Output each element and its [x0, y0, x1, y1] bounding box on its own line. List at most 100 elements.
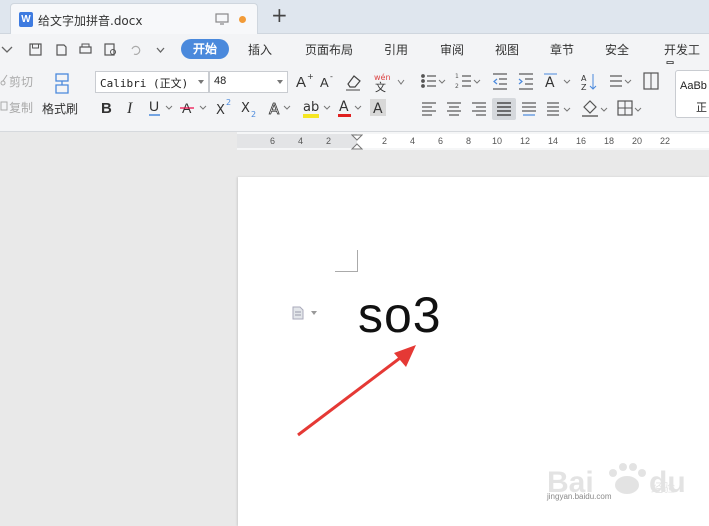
- text-direction-icon: A: [544, 73, 557, 91]
- menu-insert[interactable]: 插入: [248, 41, 272, 58]
- menu-references[interactable]: 引用: [384, 41, 408, 58]
- distributed-icon: [522, 102, 536, 116]
- new-tab-plus-icon[interactable]: +: [271, 5, 288, 25]
- align-center-icon: [447, 102, 461, 116]
- ruler-tick: 10: [492, 136, 503, 146]
- font-style-row: B I U A X2 X2 A ab A A: [101, 98, 386, 119]
- svg-text:A: A: [269, 100, 280, 118]
- font-color-icon: A: [338, 99, 351, 117]
- horizontal-ruler[interactable]: 6 4 2 2 4 6 8 10 12 14 16 18 20 22: [237, 132, 709, 150]
- document-tab-title: 给文字加拼音.docx: [38, 14, 143, 28]
- subscript-icon: X2: [241, 101, 256, 119]
- margin-corner-mark: [335, 250, 358, 272]
- output-pdf-icon[interactable]: [54, 42, 69, 57]
- print-icon[interactable]: [78, 42, 93, 57]
- print-preview-icon[interactable]: [103, 42, 118, 57]
- decrease-indent-icon: [493, 73, 507, 90]
- baidu-logo: Bai du 经验: [547, 463, 686, 499]
- paragraph-layout-icon[interactable]: [292, 306, 304, 320]
- ruler-tick: 2: [326, 136, 332, 146]
- svg-text:A: A: [320, 75, 329, 90]
- ruler-tick: 6: [270, 136, 276, 146]
- menu-security[interactable]: 安全: [605, 41, 629, 58]
- scissors-icon: [0, 74, 8, 86]
- ruler-tick: 16: [576, 136, 587, 146]
- style-normal-preview[interactable]: AaBb 正: [675, 70, 709, 118]
- menu-review[interactable]: 审阅: [440, 41, 464, 58]
- svg-text:A: A: [545, 75, 555, 91]
- ruler-tick: 6: [438, 136, 444, 146]
- ruler-tick: 12: [520, 136, 531, 146]
- svg-text:A: A: [339, 99, 349, 115]
- menu-view[interactable]: 视图: [495, 41, 519, 58]
- expand-chevron-icon[interactable]: [0, 42, 15, 57]
- ruler-tick: 14: [548, 136, 559, 146]
- menu-bar: 开始 插入 页面布局 引用 审阅 视图 章节 安全 开发工具: [0, 34, 709, 74]
- svg-text:2: 2: [455, 83, 459, 90]
- line-spacing-icon: [610, 75, 622, 87]
- bold-icon: B: [101, 100, 112, 117]
- undo-icon[interactable]: [128, 42, 143, 57]
- svg-text:Z: Z: [581, 83, 587, 92]
- ruler-tick: 18: [604, 136, 615, 146]
- svg-text:A: A: [581, 74, 587, 83]
- font-tools-row: A + A- wén文: [296, 72, 405, 94]
- borders-icon: [617, 100, 633, 116]
- ruler-margin-area: [237, 134, 357, 148]
- superscript-icon: X2: [216, 98, 231, 118]
- highlight-icon: ab: [303, 100, 319, 118]
- svg-text:文: 文: [375, 80, 386, 94]
- more-dropdown-icon[interactable]: [153, 42, 168, 57]
- justify-active-bg: [492, 98, 516, 120]
- document-tab[interactable]: W 给文字加拼音.docx: [10, 3, 258, 34]
- svg-text:1: 1: [455, 73, 459, 80]
- menu-page-layout[interactable]: 页面布局: [305, 41, 353, 58]
- phonetic-guide-icon: wén文: [374, 72, 391, 94]
- svg-text:经验: 经验: [651, 480, 675, 495]
- clear-format-eraser-icon: [346, 75, 361, 91]
- svg-text:ab: ab: [303, 100, 319, 115]
- document-body-text[interactable]: so3: [358, 286, 442, 344]
- show-hide-marks-icon: [643, 72, 659, 90]
- menu-home[interactable]: 开始: [181, 39, 229, 59]
- italic-icon: I: [126, 100, 133, 117]
- unsaved-dot-icon: [239, 16, 246, 23]
- style-preview-text: AaBb: [680, 80, 707, 92]
- strikethrough-icon: A: [180, 100, 194, 116]
- char-shading-icon: A: [370, 99, 386, 117]
- ruler-tick: 8: [466, 136, 472, 146]
- ruler-tick: 2: [382, 136, 388, 146]
- copy-icon: [0, 101, 8, 111]
- save-icon[interactable]: [28, 42, 43, 57]
- align-left-icon: [422, 102, 436, 116]
- style-name: 正: [696, 102, 707, 114]
- font-size-select[interactable]: 48: [209, 71, 288, 93]
- indent-marker-icon[interactable]: [351, 134, 363, 150]
- bullet-list-icon: [421, 74, 436, 88]
- svg-text:X: X: [241, 101, 250, 116]
- chevron-down-icon[interactable]: [311, 311, 317, 315]
- monitor-icon[interactable]: [215, 13, 229, 25]
- tab-bar: W 给文字加拼音.docx +: [0, 0, 709, 34]
- paragraph-tools: 12 A AZ: [421, 72, 659, 120]
- font-name-select[interactable]: Calibri (正文): [95, 71, 209, 93]
- chevron-down-icon: [277, 80, 283, 84]
- svg-text:A: A: [296, 74, 306, 91]
- svg-text:X: X: [216, 103, 225, 118]
- svg-text:2: 2: [226, 98, 231, 107]
- columns-icon: [547, 102, 559, 116]
- chevron-down-icon: [198, 80, 204, 84]
- menu-section[interactable]: 章节: [550, 41, 574, 58]
- writer-doc-icon: W: [19, 12, 33, 27]
- grow-font-icon: A +: [296, 72, 314, 91]
- shrink-font-icon: A-: [320, 72, 333, 90]
- shading-bucket-icon: [582, 100, 598, 117]
- format-painter-icon[interactable]: [52, 72, 72, 94]
- numbered-list-icon: 12: [455, 73, 471, 90]
- svg-text:A: A: [373, 101, 383, 117]
- ruler-tick: 4: [298, 136, 304, 146]
- cut-button[interactable]: 剪切: [9, 73, 33, 90]
- text-effect-icon: A: [269, 100, 281, 119]
- format-painter-label[interactable]: 格式刷: [42, 100, 78, 117]
- copy-button[interactable]: 复制: [9, 99, 33, 116]
